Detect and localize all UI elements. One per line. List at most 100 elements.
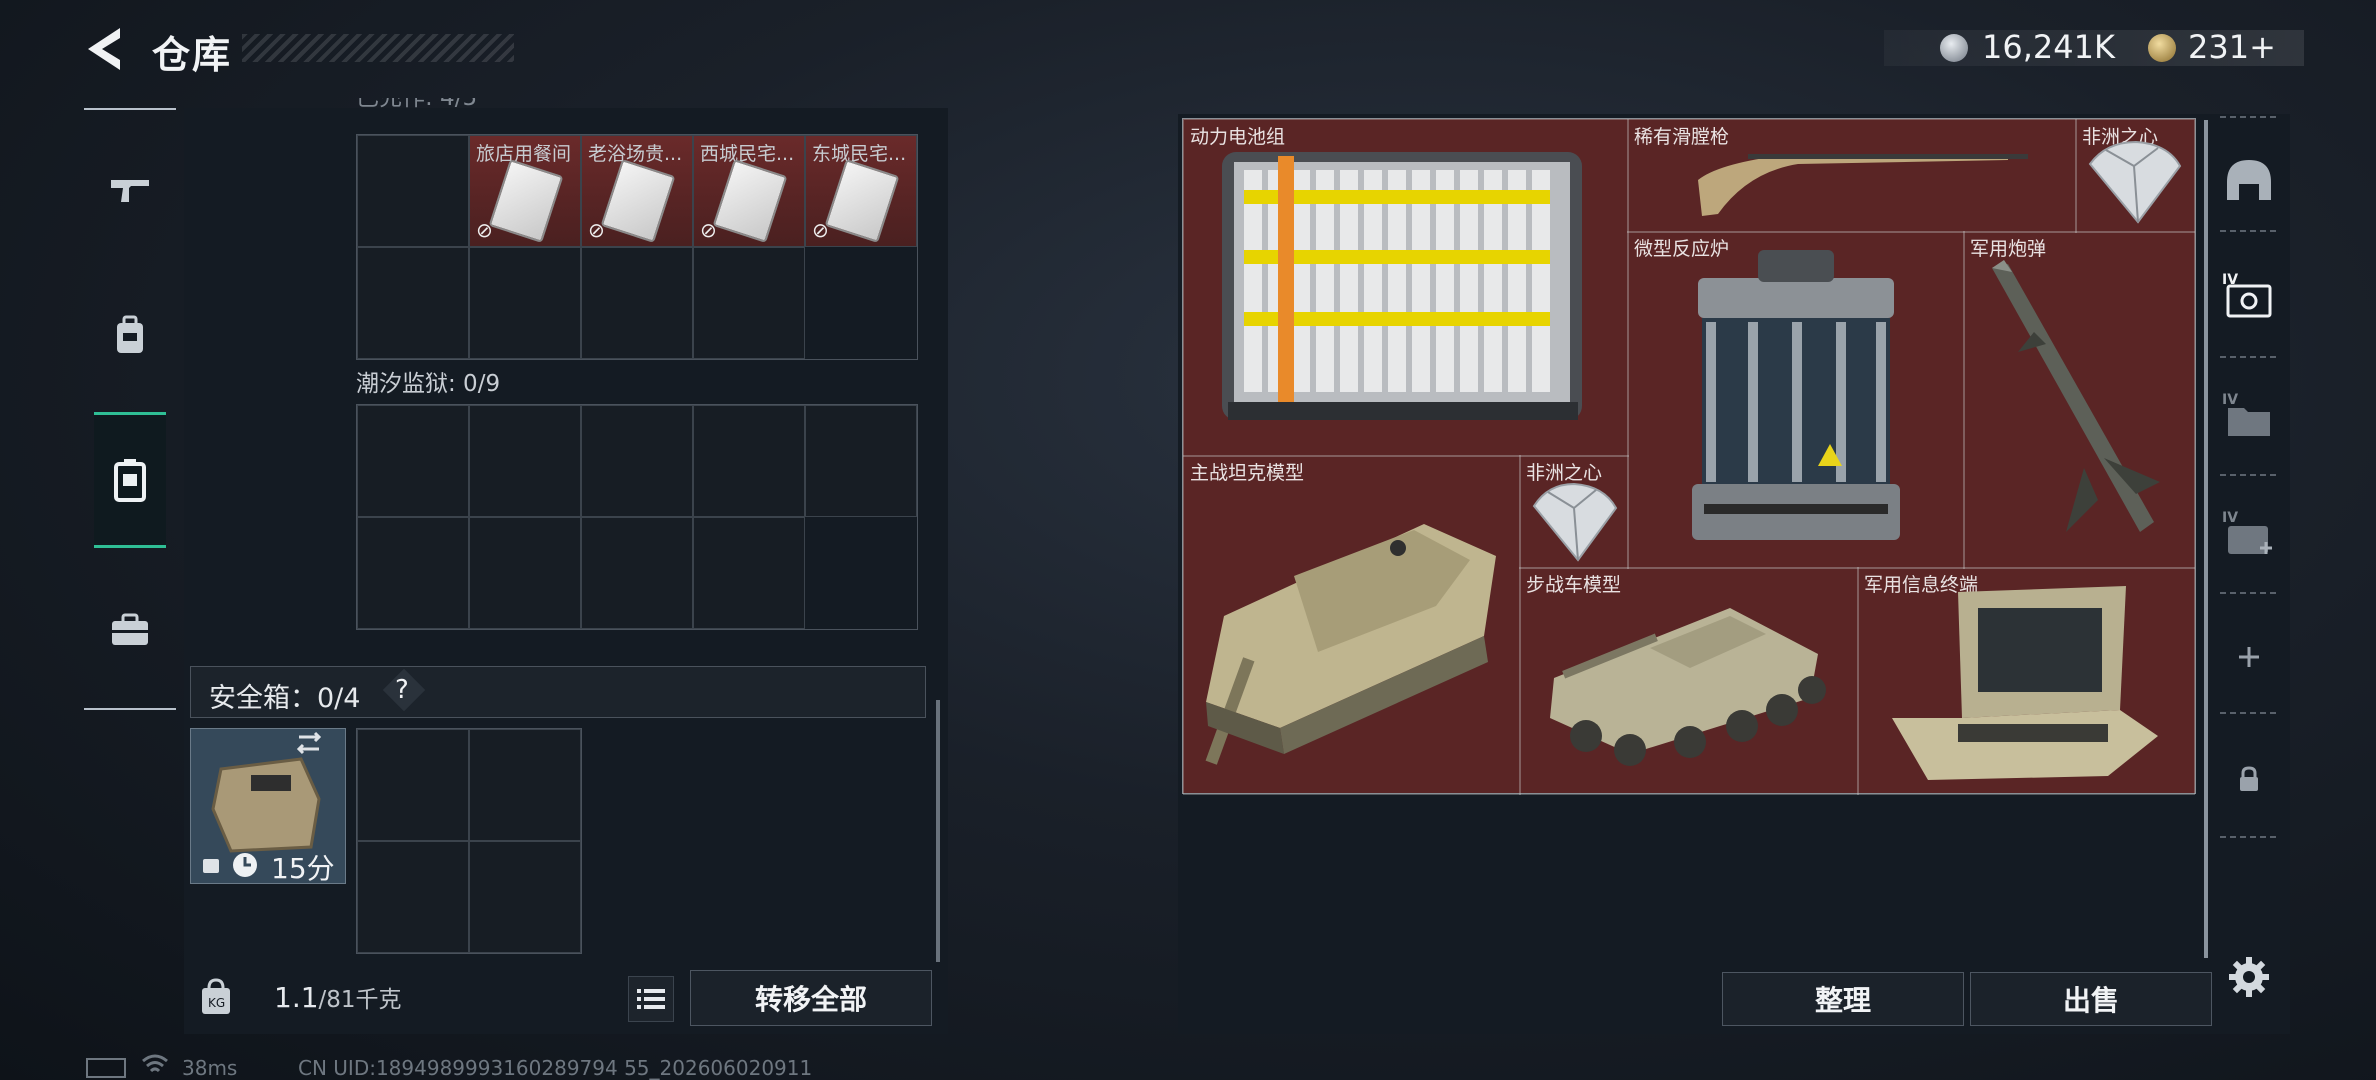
sort-button[interactable]: 整理 <box>1722 972 1964 1026</box>
grid-slot[interactable] <box>693 405 805 517</box>
tab-toolbox[interactable] <box>94 585 166 675</box>
transfer-all-button[interactable]: 转移全部 <box>690 970 932 1026</box>
tab-backpack[interactable] <box>94 290 166 380</box>
rail-divider <box>2220 474 2276 476</box>
item-musket[interactable]: 稀有滑膛枪 <box>1627 119 2077 233</box>
grid-slot[interactable] <box>581 517 693 629</box>
item-tank-model[interactable]: 主战坦克模型 <box>1183 455 1521 795</box>
item-micro-reactor[interactable]: 微型反应炉 <box>1627 231 1965 569</box>
help-icon[interactable]: ? <box>395 675 409 705</box>
svg-text:IV: IV <box>2222 510 2238 526</box>
toolbox-icon <box>112 613 148 645</box>
safe-box-label: 安全箱：0/4 <box>209 683 361 714</box>
weight-readout: 1.1/81千克 <box>274 980 402 1014</box>
key-item[interactable]: 老浴场贵... ⊘ <box>581 135 693 247</box>
grid-slot[interactable] <box>469 247 581 359</box>
gear-icon <box>2229 957 2269 997</box>
key-item-label: 老浴场贵... <box>588 143 683 165</box>
item-battery-pack[interactable]: 动力电池组 <box>1183 119 1629 457</box>
grid-slot[interactable] <box>357 841 469 953</box>
grid-slot[interactable] <box>693 517 805 629</box>
key-item[interactable]: 东城民宅... ⊘ <box>805 135 917 247</box>
settings-button[interactable] <box>2222 950 2276 1004</box>
grid-slot[interactable] <box>469 729 581 841</box>
locker-icon <box>114 459 146 502</box>
partial-section-label: 已充作: 4/5 <box>356 98 478 111</box>
item-diamond[interactable]: 非洲之心 <box>1519 455 1629 569</box>
svg-text:KG: KG <box>208 996 225 1010</box>
safe-timer: 15分 <box>271 852 335 885</box>
key-item[interactable]: 旅店用餐间 ⊘ <box>469 135 581 247</box>
grid-slot[interactable] <box>357 247 469 359</box>
weight-icon: KG <box>190 962 242 1032</box>
item-diamond[interactable]: 非洲之心 <box>2075 119 2195 233</box>
safe-box-header: 安全箱：0/4 ? <box>190 666 926 718</box>
item-military-shell[interactable]: 军用炮弹 <box>1963 231 2195 569</box>
folder-icon: IV <box>2222 392 2270 436</box>
tank-icon <box>1205 524 1496 765</box>
weight-current: 1.1 <box>274 981 319 1014</box>
rail-folder-iv[interactable]: IV <box>2222 388 2276 442</box>
item-ifv-model[interactable]: 步战车模型 <box>1519 567 1859 795</box>
sell-button[interactable]: 出售 <box>1970 972 2212 1026</box>
battery-status-icon <box>86 1058 126 1078</box>
grid-slot[interactable] <box>805 247 917 359</box>
currency-primary: 16,241K <box>1982 28 2115 66</box>
key-item-label: 旅店用餐间 <box>476 143 572 165</box>
unbound-icon: ⊘ <box>476 218 493 242</box>
keycard-icon <box>824 159 900 243</box>
key-item-label: 西城民宅... <box>700 143 795 165</box>
svg-text:IV: IV <box>2222 392 2238 408</box>
plus-icon <box>2239 647 2259 667</box>
rail-locked-slot <box>2222 752 2276 806</box>
rail-divider <box>2220 356 2276 358</box>
keycard-icon <box>600 159 676 243</box>
scrollbar[interactable] <box>936 700 940 962</box>
gun-icon <box>111 180 149 202</box>
grid-slot[interactable] <box>357 135 469 247</box>
list-view-button[interactable] <box>628 976 674 1022</box>
tab-weapons[interactable] <box>94 145 166 235</box>
key-item-label: 东城民宅... <box>812 143 907 165</box>
tab-storage[interactable] <box>94 412 166 548</box>
item-military-terminal[interactable]: 军用信息终端 <box>1857 567 2195 795</box>
list-icon <box>637 989 665 1009</box>
grid-slot[interactable] <box>693 247 805 359</box>
rail-helmet[interactable] <box>2222 152 2276 206</box>
rail-add-button[interactable] <box>2222 630 2276 684</box>
rail-stash-level-iv-active[interactable]: IV <box>2222 268 2276 322</box>
back-button[interactable] <box>82 24 126 74</box>
currency-secondary[interactable]: 231+ <box>2188 28 2276 66</box>
gold-coin-icon <box>2148 34 2176 62</box>
reactor-icon <box>1692 250 1900 540</box>
ping-readout: 38ms <box>182 1056 238 1080</box>
safe-box-item[interactable]: 15分 <box>190 728 346 885</box>
unbound-icon: ⊘ <box>700 218 717 242</box>
diamond-icon <box>2088 140 2182 224</box>
grid-slot[interactable] <box>469 517 581 629</box>
rail-medkit-iv[interactable]: IV <box>2222 506 2276 560</box>
page-title: 仓库 <box>152 33 233 77</box>
grid-slot[interactable] <box>581 247 693 359</box>
grid-slot[interactable] <box>581 405 693 517</box>
key-container-grid: 旅店用餐间 ⊘ 老浴场贵... ⊘ 西城民宅... ⊘ 东城民宅... ⊘ <box>356 134 918 360</box>
uid-readout: CN UID:1894989993160289794 55_2026060209… <box>298 1056 813 1080</box>
weight-max: /81千克 <box>318 987 402 1013</box>
musket-icon <box>1698 154 2028 216</box>
grid-slot[interactable] <box>469 405 581 517</box>
grid-slot[interactable] <box>469 841 581 953</box>
keycard-icon <box>488 159 564 243</box>
key-item[interactable]: 西城民宅... ⊘ <box>693 135 805 247</box>
battery-pack-icon <box>1222 152 1582 420</box>
diamond-icon <box>1532 482 1618 562</box>
grid-slot[interactable] <box>357 729 469 841</box>
stash-scrollbar[interactable] <box>2204 120 2208 958</box>
grid-slot[interactable] <box>357 405 469 517</box>
unbound-icon: ⊘ <box>588 218 605 242</box>
grid-slot[interactable] <box>805 405 917 517</box>
terminal-icon <box>1892 586 2158 780</box>
backpack-icon <box>117 315 143 353</box>
grid-slot[interactable] <box>805 517 917 629</box>
grid-slot[interactable] <box>357 517 469 629</box>
keycard-icon <box>712 159 788 243</box>
